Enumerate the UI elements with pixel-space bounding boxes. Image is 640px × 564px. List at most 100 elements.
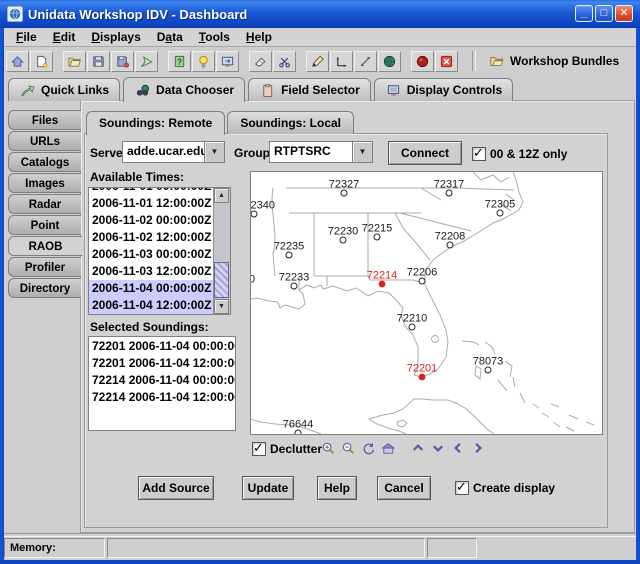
tab-display-controls[interactable]: Display Controls [374,78,513,101]
time-row[interactable]: 2006-11-01 12:00:00Z [89,195,214,212]
time-row[interactable]: 2006-11-02 00:00:00Z [89,212,214,229]
station-marker[interactable] [447,242,453,248]
titlebar[interactable]: Unidata Workshop IDV - Dashboard _ □ ✕ [0,0,640,28]
scissors-button[interactable] [273,51,296,72]
station-marker[interactable] [446,190,452,196]
station-marker[interactable] [286,252,292,258]
menu-tools[interactable]: Tools [191,29,238,45]
pan-up-button[interactable] [410,440,427,457]
declutter-checkbox[interactable] [252,442,266,456]
globe-button[interactable] [378,51,401,72]
menu-help[interactable]: Help [238,29,280,45]
sidebar-item-urls[interactable]: URLs [8,131,81,151]
station-marker[interactable] [341,190,347,196]
station-map[interactable]: 7232772317723052340722307221572208722357… [250,171,603,435]
send-button[interactable] [135,51,158,72]
pencil-button[interactable] [306,51,329,72]
time-row[interactable]: 2006-11-02 12:00:00Z [89,229,214,246]
available-times-list[interactable]: 2006-11-01 00:00:00Z2006-11-01 12:00:00Z… [88,187,231,315]
server-combobox[interactable]: adde.ucar.edu ▼ [122,141,225,163]
time-row[interactable]: 2006-11-03 00:00:00Z [89,246,214,263]
group-value[interactable]: RTPTSRC [269,141,352,163]
chevron-down-icon[interactable]: ▼ [204,141,225,163]
zoom-in-button[interactable] [320,440,337,457]
station-marker[interactable] [485,367,491,373]
close-red-button[interactable] [435,51,458,72]
zoom-out-button[interactable] [340,440,357,457]
scroll-up-icon[interactable]: ▲ [214,188,229,203]
scrollbar[interactable]: ▲ ▼ [213,188,230,314]
time-row[interactable]: 2006-11-03 12:00:00Z [89,263,214,280]
maximize-icon[interactable]: □ [595,5,613,22]
pan-right-button[interactable] [470,440,487,457]
save-favorite-button[interactable] [111,51,134,72]
sidebar-item-point[interactable]: Point [8,215,81,235]
help-book-button[interactable]: ? [168,51,191,72]
station-marker[interactable] [374,234,380,240]
time-row[interactable]: 2006-11-04 00:00:00Z [89,280,214,297]
eraser-button[interactable] [249,51,272,72]
sidebar-item-catalogs[interactable]: Catalogs [8,152,81,172]
stop-button[interactable] [411,51,434,72]
tab-data-chooser[interactable]: Data Chooser [123,77,245,102]
open-folder-button[interactable] [63,51,86,72]
time-row[interactable]: 2006-11-04 12:00:00Z [89,297,214,314]
help-button[interactable]: Help [317,476,357,500]
pan-left-button[interactable] [450,440,467,457]
menu-file[interactable]: File [8,29,45,45]
create-display-checkbox[interactable] [455,481,469,495]
tab-soundings-local[interactable]: Soundings: Local [227,111,354,134]
reset-view-button[interactable] [360,440,377,457]
selected-soundings-list[interactable]: 72201 2006-11-04 00:00:00Z...72201 2006-… [88,336,236,431]
sounding-row[interactable]: 72214 2006-11-04 00:00:00Z... [89,372,235,389]
axes-button[interactable] [330,51,353,72]
station-marker[interactable] [251,211,257,217]
sidebar-item-radar[interactable]: Radar [8,194,81,214]
station-marker[interactable] [409,324,415,330]
connect-button[interactable]: Connect [388,141,462,165]
tab-quick-links[interactable]: Quick Links [8,78,120,101]
station-marker[interactable] [419,374,426,381]
menu-data[interactable]: Data [149,29,191,45]
sidebar-item-raob[interactable]: RAOB [8,236,82,256]
station-marker[interactable] [291,283,297,289]
menu-edit[interactable]: Edit [45,29,84,45]
update-button[interactable]: Update [242,476,294,500]
monitor-arrow-button[interactable] [216,51,239,72]
lightbulb-button[interactable] [192,51,215,72]
scrollbar-thumb[interactable] [214,262,229,298]
home-button[interactable] [6,51,29,72]
station-marker[interactable] [497,210,503,216]
station-marker[interactable] [295,430,301,434]
cancel-button[interactable]: Cancel [377,476,431,500]
sounding-row[interactable]: 72201 2006-11-04 12:00:00Z... [89,355,235,372]
sidebar-item-directory[interactable]: Directory [8,278,81,298]
workshop-bundles-button[interactable]: Workshop Bundles [482,52,625,70]
z-filter-checkbox[interactable] [472,147,486,161]
minimize-icon[interactable]: _ [575,5,593,22]
sidebar-item-images[interactable]: Images [8,173,81,193]
group-combobox[interactable]: RTPTSRC ▼ [269,141,373,163]
tab-field-selector[interactable]: Field Selector [248,78,371,101]
time-row[interactable]: 2006-11-01 00:00:00Z [89,187,214,195]
home-view-button[interactable] [380,440,397,457]
sidebar-item-files[interactable]: Files [8,110,81,130]
scroll-down-icon[interactable]: ▼ [214,299,229,314]
station-marker[interactable] [419,278,425,284]
station-marker[interactable] [379,281,386,288]
server-value[interactable]: adde.ucar.edu [122,141,204,163]
pan-down-button[interactable] [430,440,447,457]
window-frame-bottom [0,560,640,564]
measure-button[interactable] [354,51,377,72]
menu-displays[interactable]: Displays [83,29,148,45]
add-source-button[interactable]: Add Source [138,476,214,500]
sounding-row[interactable]: 72214 2006-11-04 12:00:00Z... [89,389,235,406]
sidebar-item-profiler[interactable]: Profiler [8,257,81,277]
tab-soundings-remote[interactable]: Soundings: Remote [86,111,225,135]
close-icon[interactable]: ✕ [615,5,633,22]
save-button[interactable] [87,51,110,72]
chevron-down-icon[interactable]: ▼ [352,141,373,163]
new-document-button[interactable] [30,51,53,72]
sounding-row[interactable]: 72201 2006-11-04 00:00:00Z... [89,338,235,355]
station-marker[interactable] [340,237,346,243]
